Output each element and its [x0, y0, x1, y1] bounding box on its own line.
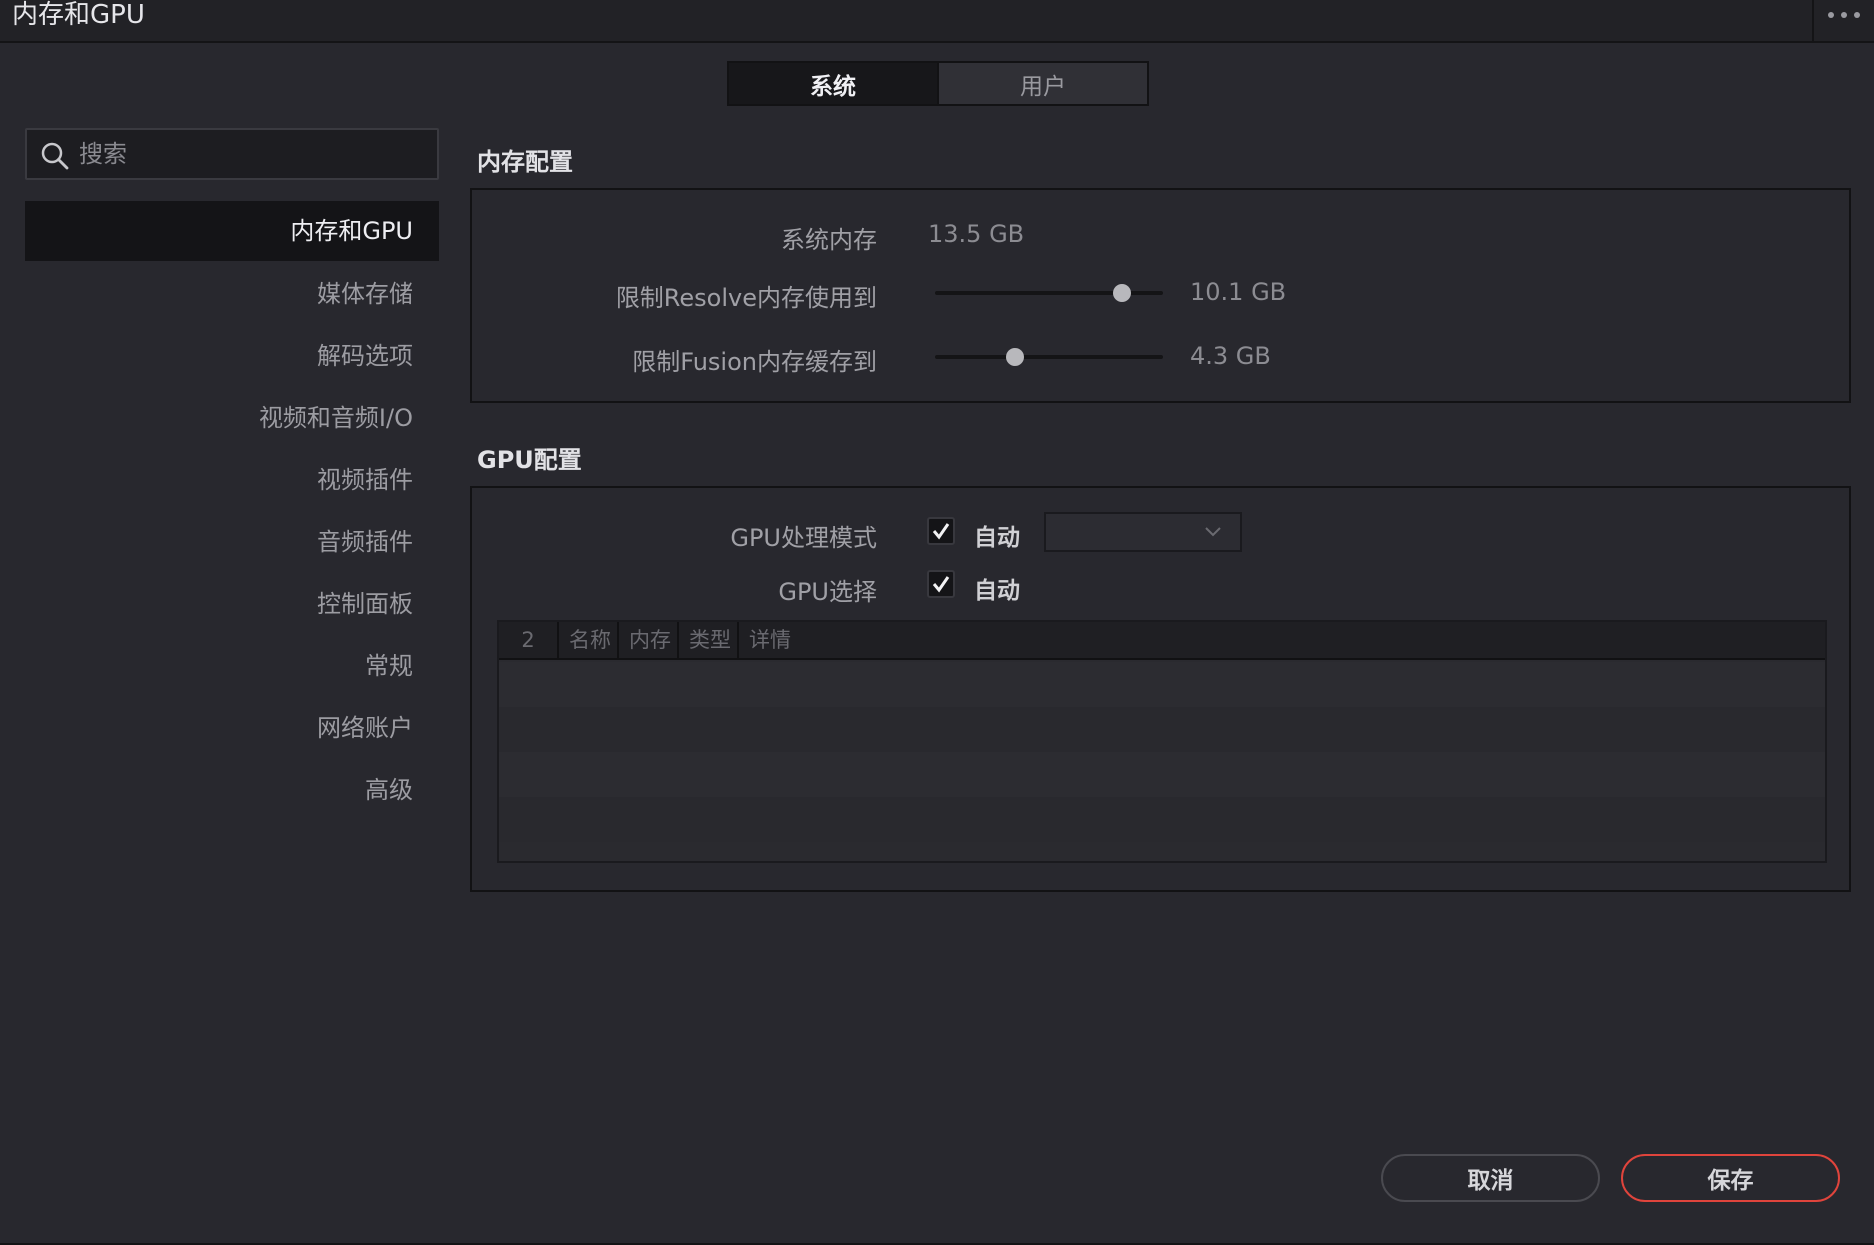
column-header-name[interactable]: 名称	[559, 622, 619, 658]
save-button[interactable]: 保存	[1621, 1154, 1840, 1202]
sidebar-item-general[interactable]: 常规	[25, 635, 439, 697]
checkmark-icon	[932, 523, 950, 540]
resolve-limit-label: 限制Resolve内存使用到	[615, 284, 877, 312]
sidebar-item-internet-accounts[interactable]: 网络账户	[25, 697, 439, 759]
slider-track	[935, 355, 1163, 359]
gpu-processing-mode-auto-label: 自动	[974, 525, 1020, 551]
gpu-selection-auto-label: 自动	[974, 578, 1020, 604]
gpu-processing-mode-checkbox[interactable]	[927, 517, 955, 545]
scope-tabs: 系统 用户	[727, 61, 1149, 106]
gpu-table: 2 名称 内存 类型 详情	[497, 620, 1827, 863]
sidebar-item-memory-gpu[interactable]: 内存和GPU	[25, 201, 439, 261]
resolve-memory-slider[interactable]	[935, 283, 1163, 303]
cancel-button[interactable]: 取消	[1381, 1154, 1600, 1202]
dot-icon	[1854, 12, 1860, 18]
table-header: 2 名称 内存 类型 详情	[499, 622, 1825, 660]
table-row	[499, 797, 1825, 842]
window-title: 内存和GPU	[12, 0, 145, 30]
column-header-details[interactable]: 详情	[739, 622, 1825, 658]
gpu-processing-mode-dropdown[interactable]	[1044, 512, 1242, 552]
sidebar-item-audio-plugins[interactable]: 音频插件	[25, 511, 439, 573]
slider-thumb[interactable]	[1112, 284, 1131, 302]
search-box	[25, 128, 439, 180]
tab-system[interactable]: 系统	[729, 63, 937, 104]
column-header-index[interactable]: 2	[499, 622, 559, 658]
dot-icon	[1828, 12, 1834, 18]
dot-icon	[1841, 12, 1847, 18]
memory-section-title: 内存配置	[477, 148, 573, 176]
search-icon	[41, 142, 69, 170]
sidebar-item-control-panels[interactable]: 控制面板	[25, 573, 439, 635]
fusion-limit-value: 4.3 GB	[1190, 342, 1271, 370]
system-memory-value: 13.5 GB	[928, 220, 1025, 248]
sidebar-nav: 内存和GPU 媒体存储 解码选项 视频和音频I/O 视频插件 音频插件 控制面板…	[25, 201, 439, 821]
resolve-limit-value: 10.1 GB	[1190, 278, 1287, 306]
memory-panel: 系统内存 13.5 GB 限制Resolve内存使用到 10.1 GB 限制Fu…	[470, 188, 1851, 403]
search-input[interactable]	[77, 130, 427, 178]
tab-user[interactable]: 用户	[937, 63, 1147, 104]
table-body	[499, 662, 1825, 842]
column-header-type[interactable]: 类型	[679, 622, 739, 658]
gpu-processing-mode-label: GPU处理模式	[730, 524, 877, 552]
slider-thumb[interactable]	[1005, 348, 1024, 366]
gpu-selection-checkbox[interactable]	[927, 570, 955, 598]
chevron-down-icon	[1205, 527, 1221, 537]
more-options-button[interactable]	[1812, 0, 1874, 41]
title-bar: 内存和GPU	[0, 0, 1874, 43]
sidebar-item-video-audio-io[interactable]: 视频和音频I/O	[25, 387, 439, 449]
table-row	[499, 752, 1825, 797]
gpu-panel: GPU处理模式 自动 GPU选择 自动 2 名称 内存 类型 详情	[470, 486, 1851, 892]
system-memory-label: 系统内存	[781, 226, 877, 254]
table-row	[499, 707, 1825, 752]
sidebar-item-decode-options[interactable]: 解码选项	[25, 325, 439, 387]
sidebar-item-video-plugins[interactable]: 视频插件	[25, 449, 439, 511]
sidebar-item-advanced[interactable]: 高级	[25, 759, 439, 821]
gpu-selection-label: GPU选择	[778, 578, 877, 606]
sidebar-item-media-storage[interactable]: 媒体存储	[25, 263, 439, 325]
gpu-section-title: GPU配置	[477, 446, 582, 474]
table-row	[499, 662, 1825, 707]
fusion-limit-label: 限制Fusion内存缓存到	[632, 348, 877, 376]
column-header-memory[interactable]: 内存	[619, 622, 679, 658]
fusion-memory-slider[interactable]	[935, 347, 1163, 367]
checkmark-icon	[932, 576, 950, 593]
